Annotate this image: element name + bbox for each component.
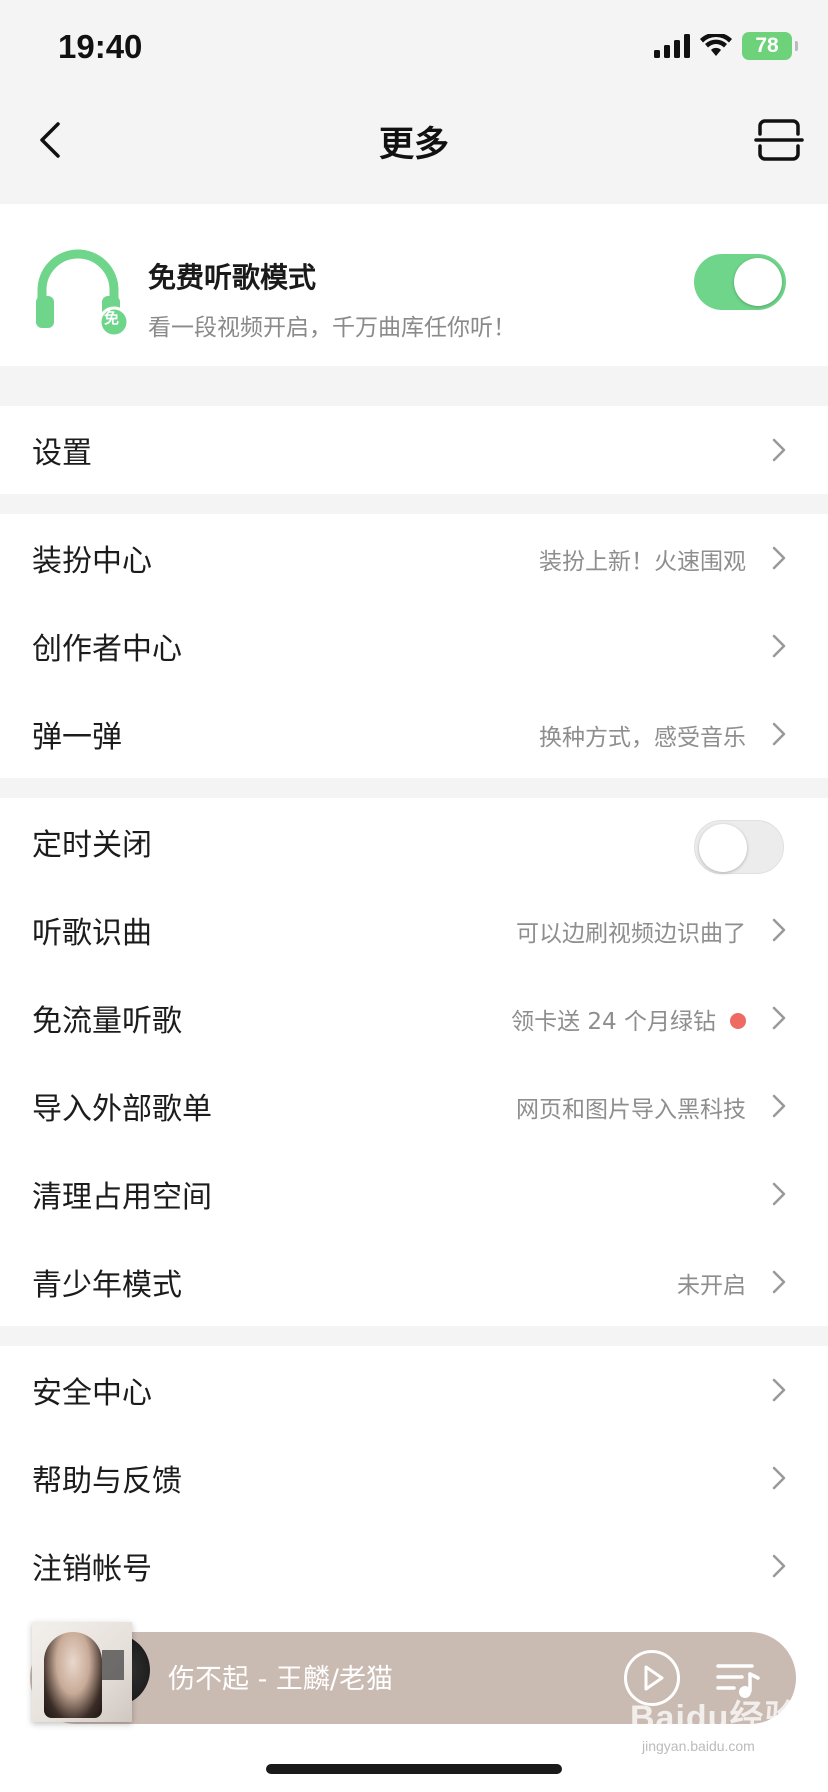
page-title: 更多 <box>378 125 449 165</box>
sleep-timer-toggle[interactable] <box>694 820 784 874</box>
list-item-teen-mode[interactable]: 青少年模式 未开启 <box>0 1238 828 1326</box>
chevron-right-icon <box>772 1378 786 1402</box>
free-badge: 免 <box>104 309 120 327</box>
battery-level: 78 <box>755 34 779 57</box>
signal-icon <box>654 34 690 58</box>
list-item-song-recognition[interactable]: 听歌识曲 可以边刷视频边识曲了 <box>0 886 828 974</box>
row-label: 青少年模式 <box>32 1268 182 1303</box>
toggle-knob <box>734 258 782 306</box>
status-bar: 19:40 78 <box>0 0 828 96</box>
row-label: 装扮中心 <box>32 544 152 579</box>
row-label: 帮助与反馈 <box>32 1464 182 1499</box>
row-label: 注销帐号 <box>32 1552 152 1587</box>
watermark: Baidu经验 <box>630 1699 800 1737</box>
wifi-icon <box>700 34 732 56</box>
free-mode-card: 免 免费听歌模式 看一段视频开启，千万曲库任你听！ <box>0 204 828 366</box>
now-playing-title[interactable]: 伤不起 - 王麟/老猫 <box>168 1657 393 1696</box>
row-label: 清理占用空间 <box>32 1180 212 1215</box>
free-mode-title: 免费听歌模式 <box>148 261 317 294</box>
chevron-right-icon <box>772 1006 786 1030</box>
list-item-help-feedback[interactable]: 帮助与反馈 <box>0 1434 828 1522</box>
settings-section: 设置 <box>0 406 828 494</box>
settings-label: 设置 <box>32 436 92 471</box>
free-mode-toggle[interactable] <box>694 254 786 310</box>
chevron-right-icon <box>772 918 786 942</box>
row-hint: 领卡送 24 个月绿钻 <box>511 1009 716 1035</box>
album-portrait <box>44 1632 102 1718</box>
chevron-right-icon <box>772 1182 786 1206</box>
row-label: 创作者中心 <box>32 632 182 667</box>
scan-button[interactable] <box>754 116 804 164</box>
row-hint-with-dot: 领卡送 24 个月绿钻 <box>511 1002 746 1036</box>
row-label: 导入外部歌单 <box>32 1092 212 1127</box>
home-indicator[interactable] <box>266 1764 562 1774</box>
nav-bar: 更多 <box>0 96 828 184</box>
scan-icon <box>754 119 804 161</box>
free-mode-subtitle: 看一段视频开启，千万曲库任你听！ <box>148 315 516 341</box>
list-item-creator-center[interactable]: 创作者中心 <box>0 602 828 690</box>
row-hint: 未开启 <box>677 1273 746 1299</box>
list-item-import-playlist[interactable]: 导入外部歌单 网页和图片导入黑科技 <box>0 1062 828 1150</box>
chevron-right-icon <box>772 634 786 658</box>
chevron-right-icon <box>772 546 786 570</box>
row-label: 弹一弹 <box>32 720 122 755</box>
notification-dot <box>730 1012 746 1029</box>
list-item-dress-center[interactable]: 装扮中心 装扮上新！火速围观 <box>0 514 828 602</box>
watermark-url: jingyan.baidu.com <box>642 1738 755 1754</box>
row-label: 定时关闭 <box>32 828 152 863</box>
chevron-right-icon <box>772 1554 786 1578</box>
row-hint: 可以边刷视频边识曲了 <box>516 921 746 947</box>
battery-indicator: 78 <box>742 32 798 60</box>
row-hint: 换种方式，感受音乐 <box>539 725 746 751</box>
list-item-clear-storage[interactable]: 清理占用空间 <box>0 1150 828 1238</box>
list-item-delete-account[interactable]: 注销帐号 <box>0 1522 828 1610</box>
status-icons: 78 <box>654 32 798 60</box>
status-time: 19:40 <box>58 28 143 65</box>
chevron-right-icon <box>772 438 786 462</box>
chevron-right-icon <box>772 722 786 746</box>
album-art[interactable] <box>32 1622 132 1722</box>
toggle-knob <box>699 824 747 872</box>
chevron-right-icon <box>772 1466 786 1490</box>
chevron-right-icon <box>772 1094 786 1118</box>
list-item-free-data[interactable]: 免流量听歌 领卡送 24 个月绿钻 <box>0 974 828 1062</box>
tools-section: 定时关闭 听歌识曲 可以边刷视频边识曲了 免流量听歌 领卡送 24 个月绿钻 导… <box>0 798 828 1326</box>
row-label: 免流量听歌 <box>32 1004 182 1039</box>
row-hint: 装扮上新！火速围观 <box>539 549 746 575</box>
list-item-security-center[interactable]: 安全中心 <box>0 1346 828 1434</box>
row-label: 安全中心 <box>32 1376 152 1411</box>
settings-row[interactable]: 设置 <box>0 406 828 494</box>
features-section: 装扮中心 装扮上新！火速围观 创作者中心 弹一弹 换种方式，感受音乐 <box>0 514 828 778</box>
row-label: 听歌识曲 <box>32 916 152 951</box>
chevron-right-icon <box>772 1270 786 1294</box>
album-calligraphy <box>102 1650 124 1680</box>
row-hint: 网页和图片导入黑科技 <box>516 1097 746 1123</box>
list-item-tap-music[interactable]: 弹一弹 换种方式，感受音乐 <box>0 690 828 778</box>
list-item-sleep-timer: 定时关闭 <box>0 798 828 886</box>
